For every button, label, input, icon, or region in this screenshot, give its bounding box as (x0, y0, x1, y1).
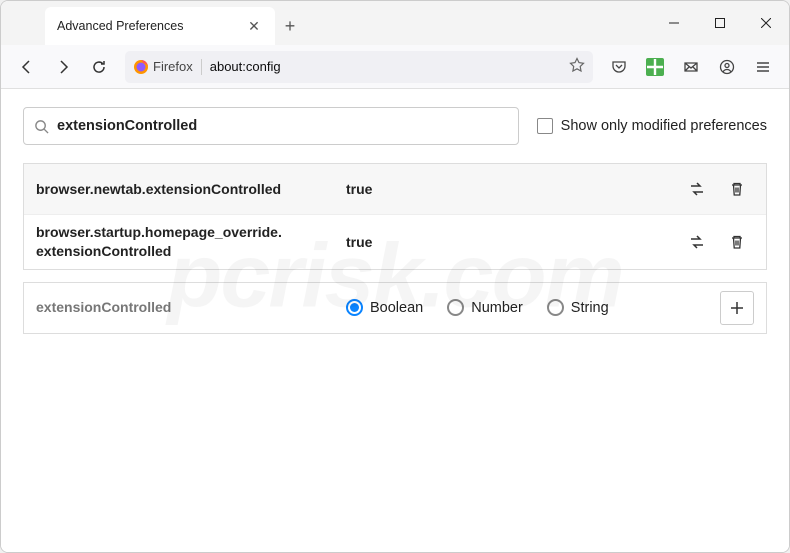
tab-close-button[interactable]: ✕ (245, 17, 263, 35)
show-modified-checkbox[interactable]: Show only modified preferences (537, 118, 767, 134)
maximize-button[interactable] (697, 1, 743, 45)
pref-row[interactable]: browser.newtab.extensionControlled true (24, 164, 766, 215)
search-input[interactable] (57, 118, 508, 134)
radio-icon (547, 299, 564, 316)
new-pref-row: extensionControlled Boolean Number Strin… (24, 283, 766, 333)
search-row: Show only modified preferences (23, 107, 767, 145)
row-actions (680, 225, 754, 259)
toggle-button[interactable] (680, 225, 714, 259)
pref-row[interactable]: browser.startup.homepage_override.extens… (24, 215, 766, 269)
pref-value: true (346, 181, 680, 197)
about-config-content: Show only modified preferences browser.n… (1, 89, 789, 552)
radio-boolean[interactable]: Boolean (346, 299, 423, 316)
bookmark-star-icon[interactable] (569, 57, 585, 76)
tab-title: Advanced Preferences (57, 19, 183, 33)
identity-box[interactable]: Firefox (133, 59, 202, 75)
browser-window: Advanced Preferences ✕ + (0, 0, 790, 553)
delete-button[interactable] (720, 172, 754, 206)
pocket-icon[interactable] (603, 51, 635, 83)
prefs-table: browser.newtab.extensionControlled true … (23, 163, 767, 270)
toggle-button[interactable] (680, 172, 714, 206)
row-actions (720, 291, 754, 325)
pref-name: browser.newtab.extensionControlled (36, 180, 346, 199)
back-button[interactable] (11, 51, 43, 83)
radio-icon (346, 299, 363, 316)
browser-tab[interactable]: Advanced Preferences ✕ (45, 7, 275, 45)
close-window-button[interactable] (743, 1, 789, 45)
checkbox-icon (537, 118, 553, 134)
new-pref-name: extensionControlled (36, 298, 346, 317)
radio-label: Number (471, 300, 523, 316)
forward-button[interactable] (47, 51, 79, 83)
url-bar[interactable]: Firefox (125, 51, 593, 83)
minimize-button[interactable] (651, 1, 697, 45)
checkbox-label-text: Show only modified preferences (561, 118, 767, 134)
type-radios: Boolean Number String (346, 299, 720, 316)
nav-toolbar: Firefox (1, 45, 789, 89)
url-input[interactable] (210, 59, 561, 74)
pref-value: true (346, 234, 680, 250)
search-box[interactable] (23, 107, 519, 145)
radio-icon (447, 299, 464, 316)
firefox-icon (133, 59, 149, 75)
radio-label: Boolean (370, 300, 423, 316)
extension-icon[interactable] (639, 51, 671, 83)
window-controls (651, 1, 789, 45)
add-button[interactable] (720, 291, 754, 325)
new-tab-button[interactable]: + (275, 7, 305, 45)
account-icon[interactable] (711, 51, 743, 83)
delete-button[interactable] (720, 225, 754, 259)
mail-icon[interactable] (675, 51, 707, 83)
reload-button[interactable] (83, 51, 115, 83)
search-icon (34, 119, 49, 134)
new-pref-row-container: extensionControlled Boolean Number Strin… (23, 282, 767, 334)
titlebar: Advanced Preferences ✕ + (1, 1, 789, 45)
radio-number[interactable]: Number (447, 299, 523, 316)
radio-string[interactable]: String (547, 299, 609, 316)
menu-button[interactable] (747, 51, 779, 83)
row-actions (680, 172, 754, 206)
pref-name: browser.startup.homepage_override.extens… (36, 223, 346, 261)
identity-label: Firefox (153, 59, 193, 74)
radio-label: String (571, 300, 609, 316)
